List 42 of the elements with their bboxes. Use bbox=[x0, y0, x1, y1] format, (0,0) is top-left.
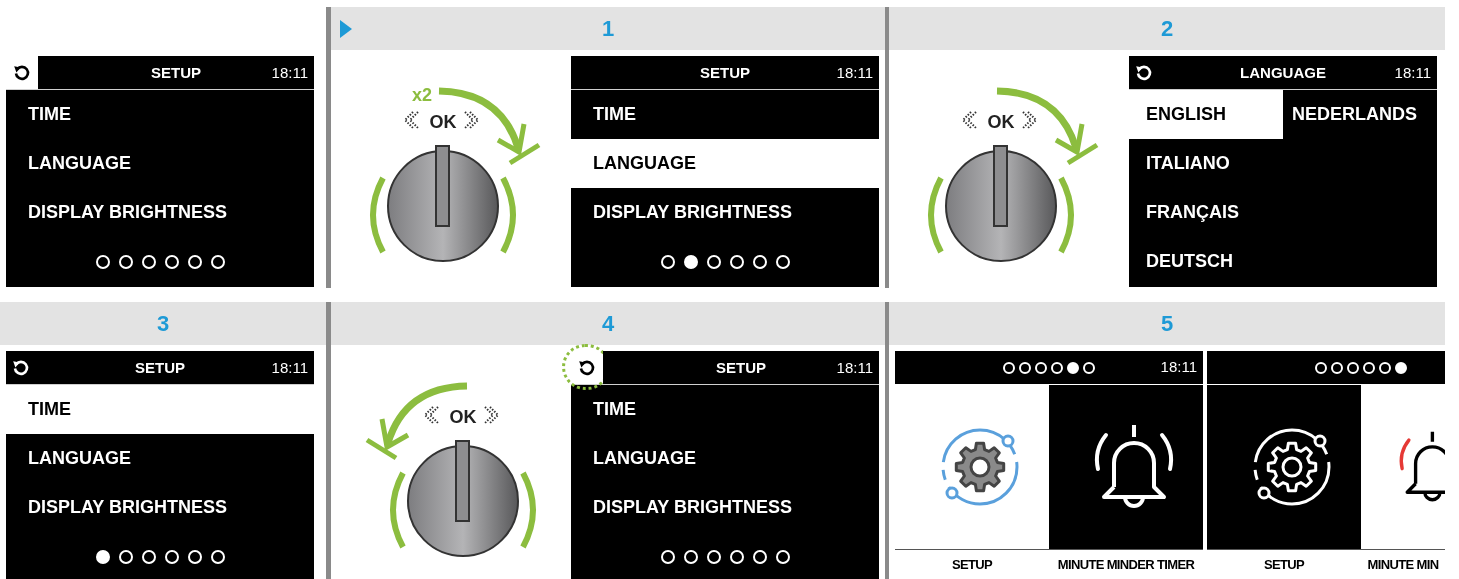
step-number: 5 bbox=[1160, 310, 1174, 338]
chevron-left-icon bbox=[961, 111, 977, 129]
step-number: 1 bbox=[601, 15, 615, 43]
menu-item[interactable]: TIME bbox=[6, 385, 314, 434]
gear-icon bbox=[1253, 428, 1331, 506]
step-number: 3 bbox=[156, 310, 170, 338]
tile-label: MINUTE MINDER TIMER bbox=[1057, 556, 1195, 575]
ok-label: OK bbox=[428, 111, 458, 134]
menu-item[interactable]: LANGUAGE bbox=[571, 139, 879, 188]
menu-item[interactable]: ENGLISH bbox=[1129, 90, 1283, 139]
clock-time: 18:11 bbox=[836, 63, 873, 81]
menu-tile[interactable] bbox=[1207, 385, 1361, 549]
screen-title: LANGUAGE bbox=[1240, 63, 1326, 81]
chevron-left-icon bbox=[423, 406, 439, 424]
screen-title: SETUP bbox=[151, 63, 201, 81]
back-icon bbox=[578, 358, 596, 377]
screen-title: SETUP bbox=[716, 358, 766, 376]
clock-time: 18:11 bbox=[271, 358, 308, 376]
clock-time: 18:11 bbox=[836, 358, 873, 376]
back-icon bbox=[13, 63, 31, 82]
clock-time: 18:11 bbox=[1394, 63, 1431, 81]
ok-label: OK bbox=[448, 406, 478, 429]
bell-icon bbox=[1399, 430, 1445, 502]
screen-title: SETUP bbox=[700, 63, 750, 81]
ok-label: OK bbox=[986, 111, 1016, 134]
chevron-right-icon bbox=[464, 111, 480, 129]
chevron-left-icon bbox=[403, 111, 419, 129]
chevron-right-icon bbox=[484, 406, 500, 424]
step-number: 4 bbox=[601, 310, 615, 338]
press-count-label: x2 bbox=[412, 84, 433, 107]
clock-time: 18:11 bbox=[1160, 357, 1197, 378]
tile-label: MINUTE MIN bbox=[1367, 556, 1439, 575]
screen-title: SETUP bbox=[135, 358, 185, 376]
clock-time: 18:11 bbox=[271, 63, 308, 81]
back-button[interactable] bbox=[571, 351, 603, 384]
chevron-right-icon bbox=[1022, 111, 1038, 129]
step-number: 2 bbox=[1160, 15, 1174, 43]
tile-label: SETUP bbox=[1263, 556, 1305, 575]
gear-icon bbox=[941, 428, 1019, 506]
bell-icon bbox=[1095, 425, 1173, 508]
tile-label: SETUP bbox=[951, 556, 993, 575]
menu-tile[interactable] bbox=[1049, 385, 1203, 549]
